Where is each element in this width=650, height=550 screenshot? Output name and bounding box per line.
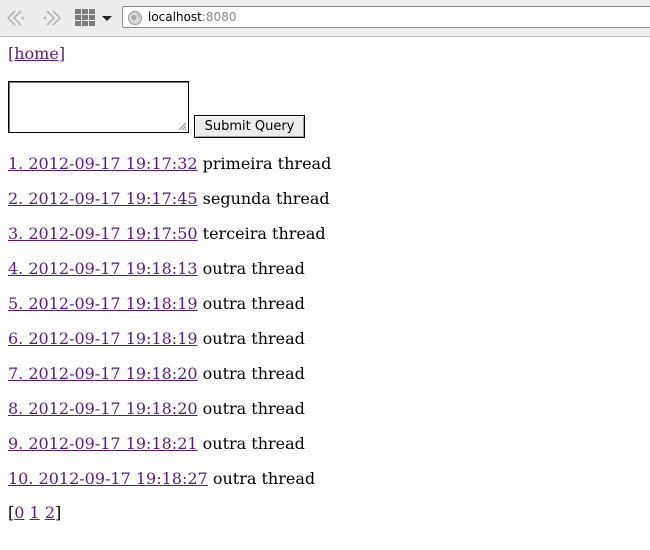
thread-title: outra thread bbox=[212, 469, 316, 488]
thread-title: outra thread bbox=[202, 259, 305, 278]
forward-button[interactable] bbox=[38, 7, 64, 29]
thread-title: outra thread bbox=[202, 364, 305, 383]
page-link-1[interactable]: 1 bbox=[30, 503, 40, 522]
chevron-down-icon bbox=[102, 16, 112, 21]
thread-item: 6. 2012-09-17 19:18:19 outra thread bbox=[8, 329, 331, 364]
address-bar[interactable]: localhost:8080 bbox=[122, 6, 650, 28]
thread-item: 4. 2012-09-17 19:18:13 outra thread bbox=[8, 259, 331, 294]
grid-icon bbox=[75, 9, 95, 26]
thread-title: outra thread bbox=[202, 294, 305, 313]
thread-item: 7. 2012-09-17 19:18:20 outra thread bbox=[8, 364, 331, 399]
page-link-0[interactable]: 0 bbox=[14, 503, 24, 522]
thread-link[interactable]: 4. 2012-09-17 19:18:13 bbox=[8, 259, 198, 278]
thread-link[interactable]: 5. 2012-09-17 19:18:19 bbox=[8, 294, 198, 313]
thread-link[interactable]: 9. 2012-09-17 19:18:21 bbox=[8, 434, 198, 453]
thread-link[interactable]: 2. 2012-09-17 19:17:45 bbox=[8, 189, 198, 208]
speed-dial-dropdown[interactable] bbox=[100, 7, 114, 29]
thread-link[interactable]: 6. 2012-09-17 19:18:19 bbox=[8, 329, 198, 348]
home-link[interactable]: [home] bbox=[8, 44, 65, 64]
thread-link[interactable]: 1. 2012-09-17 19:17:32 bbox=[8, 154, 198, 173]
thread-title: outra thread bbox=[202, 434, 305, 453]
thread-title: terceira thread bbox=[202, 224, 326, 243]
address-text[interactable]: localhost:8080 bbox=[148, 10, 236, 24]
thread-item: 2. 2012-09-17 19:17:45 segunda thread bbox=[8, 189, 331, 224]
back-icon bbox=[6, 10, 25, 26]
thread-link[interactable]: 7. 2012-09-17 19:18:20 bbox=[8, 364, 198, 383]
browser-toolbar: localhost:8080 bbox=[0, 0, 650, 37]
thread-item: 3. 2012-09-17 19:17:50 terceira thread bbox=[8, 224, 331, 259]
page-link-2[interactable]: 2 bbox=[45, 503, 55, 522]
thread-list: 1. 2012-09-17 19:17:32 primeira thread 2… bbox=[8, 154, 331, 504]
resize-grip-icon[interactable] bbox=[177, 121, 187, 131]
pager-close-bracket: ] bbox=[55, 503, 62, 522]
url-port: :8080 bbox=[201, 10, 237, 24]
thread-link[interactable]: 10. 2012-09-17 19:18:27 bbox=[8, 469, 208, 488]
message-textarea[interactable] bbox=[8, 81, 189, 133]
forward-icon bbox=[43, 10, 62, 26]
thread-item: 8. 2012-09-17 19:18:20 outra thread bbox=[8, 399, 331, 434]
thread-item: 9. 2012-09-17 19:18:21 outra thread bbox=[8, 434, 331, 469]
submit-query-button[interactable]: Submit Query bbox=[194, 115, 305, 138]
url-host: localhost bbox=[148, 10, 202, 24]
globe-icon bbox=[128, 11, 142, 25]
thread-link[interactable]: 3. 2012-09-17 19:17:50 bbox=[8, 224, 198, 243]
thread-title: primeira thread bbox=[202, 154, 332, 173]
thread-item: 10. 2012-09-17 19:18:27 outra thread bbox=[8, 469, 331, 504]
pagination: [0 1 2] bbox=[8, 503, 61, 523]
speed-dial-button[interactable] bbox=[72, 7, 98, 29]
thread-title: outra thread bbox=[202, 399, 305, 418]
thread-link[interactable]: 8. 2012-09-17 19:18:20 bbox=[8, 399, 198, 418]
thread-title: segunda thread bbox=[202, 189, 330, 208]
thread-item: 5. 2012-09-17 19:18:19 outra thread bbox=[8, 294, 331, 329]
thread-title: outra thread bbox=[202, 329, 305, 348]
back-button[interactable] bbox=[4, 7, 30, 29]
thread-item: 1. 2012-09-17 19:17:32 primeira thread bbox=[8, 154, 331, 189]
